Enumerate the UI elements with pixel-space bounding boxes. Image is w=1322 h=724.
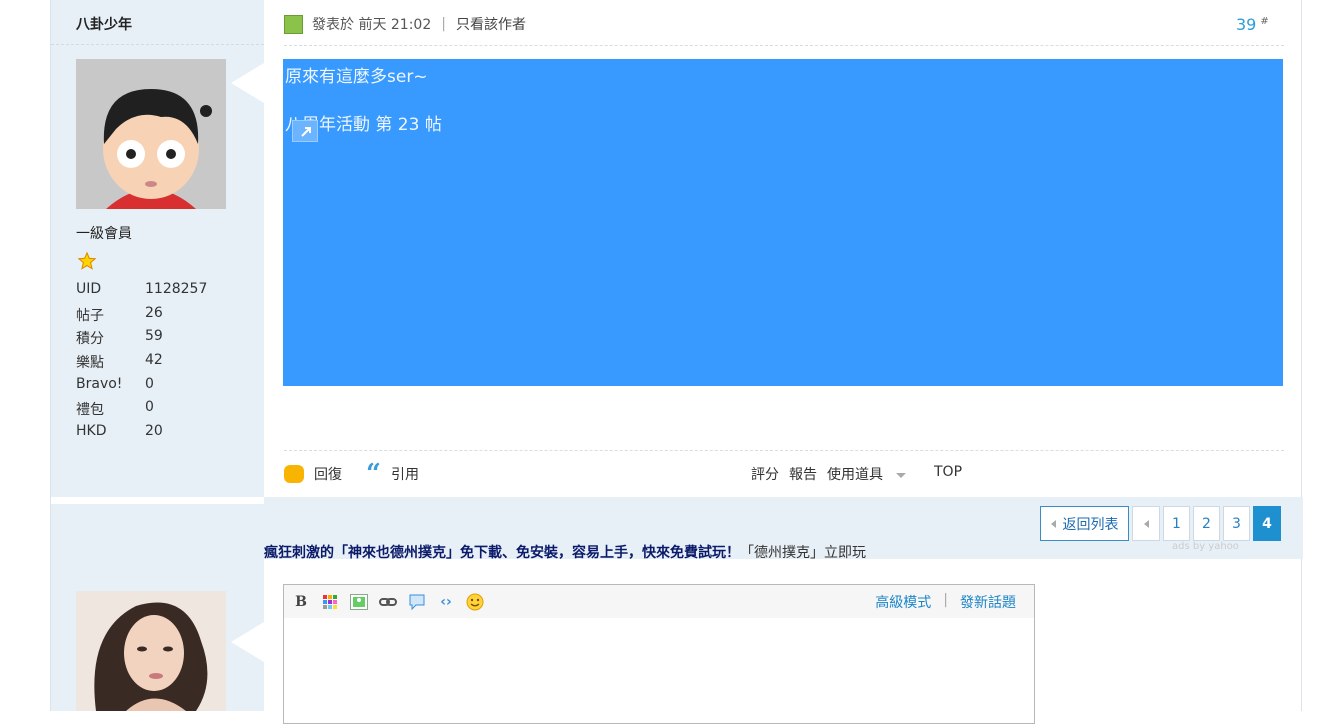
cartoon-avatar-icon: [76, 59, 226, 209]
floor-number[interactable]: 39 #: [1236, 15, 1269, 34]
post-actions: 回復 “ 引用: [284, 461, 419, 487]
pagination: 返回列表 1 2 3 4: [1040, 506, 1284, 541]
online-user-icon: [284, 14, 303, 34]
quick-reply-editor: B ‹› 高級模式 | 發新話題: [283, 584, 1035, 724]
post-container: 八卦少年 一級會員 UID 1128257 帖子 26 積分 59 樂點 42 …: [50, 0, 1303, 724]
post-tools: 評分 報告 使用道具 TOP: [751, 464, 972, 484]
stat-row: UID 1128257: [76, 281, 208, 297]
prev-page-button[interactable]: [1132, 506, 1160, 541]
avatar[interactable]: [76, 59, 226, 209]
advanced-mode-link[interactable]: 高級模式: [875, 592, 931, 612]
reply-author-sidebar: [51, 559, 264, 711]
new-topic-link[interactable]: 發新話題: [960, 592, 1016, 612]
stat-row: 積分 59: [76, 328, 163, 348]
smiley-icon[interactable]: [466, 593, 484, 611]
post-meta: 發表於 前天 21:02 | 只看該作者: [284, 14, 526, 34]
external-link-icon[interactable]: [292, 120, 318, 142]
page-3[interactable]: 3: [1223, 506, 1250, 541]
quote-button[interactable]: 引用: [391, 464, 419, 484]
content-line: 原來有這麼多ser~: [285, 67, 428, 87]
avatar-pointer: [231, 622, 264, 662]
code-icon[interactable]: ‹›: [437, 593, 455, 611]
post-divider: [284, 45, 1284, 46]
stat-row: 樂點 42: [76, 352, 163, 372]
tools-menu[interactable]: 使用道具: [827, 464, 916, 484]
meta-separator: |: [441, 16, 446, 32]
page-current: 4: [1253, 506, 1281, 541]
editor-toolbar: B ‹› 高級模式 | 發新話題: [284, 585, 1034, 618]
report-button[interactable]: 報告: [789, 464, 817, 484]
reply-button[interactable]: 回復: [314, 464, 342, 484]
sidebar-divider: [51, 44, 264, 45]
member-rank: 一級會員: [76, 226, 132, 242]
editor-separator: |: [943, 591, 948, 608]
rate-button[interactable]: 評分: [751, 464, 779, 484]
link-icon[interactable]: [379, 593, 397, 611]
page-2[interactable]: 2: [1193, 506, 1220, 541]
stat-row: 禮包 0: [76, 399, 154, 419]
posted-time: 前天 21:02: [358, 17, 432, 33]
quote-bubble-icon[interactable]: [408, 593, 426, 611]
ads-by-label: ads by yahoo: [1172, 541, 1239, 552]
post-divider: [284, 450, 1284, 451]
reply-icon[interactable]: [284, 465, 304, 483]
ad-tail[interactable]: 「德州撲克」立即玩: [740, 545, 866, 561]
color-grid-icon[interactable]: [321, 593, 339, 611]
only-author-link[interactable]: 只看該作者: [456, 14, 526, 34]
ad-headline[interactable]: 瘋狂刺激的「神來也德州撲克」免下載、免安裝，容易上手，快來免費試玩！: [264, 545, 740, 561]
photo-avatar-icon: [76, 591, 226, 711]
post-content: 原來有這麼多ser~ 八周年活動 第 23 帖: [283, 59, 1283, 386]
text-ad[interactable]: 瘋狂刺激的「神來也德州撲克」免下載、免安裝，容易上手，快來免費試玩！「德州撲克」…: [264, 542, 866, 562]
page-1[interactable]: 1: [1163, 506, 1190, 541]
author-sidebar: 八卦少年 一級會員 UID 1128257 帖子 26 積分 59 樂點 42 …: [51, 0, 264, 497]
stat-row: 帖子 26: [76, 304, 163, 324]
chevron-left-icon: [1143, 519, 1149, 528]
editor-links: 高級模式 | 發新話題: [875, 592, 1016, 612]
star-icon: [78, 252, 96, 270]
chevron-down-icon: [896, 472, 906, 478]
author-name[interactable]: 八卦少年: [76, 14, 132, 34]
avatar[interactable]: [76, 591, 226, 711]
quote-icon[interactable]: “: [366, 461, 381, 487]
stat-row: HKD 20: [76, 423, 163, 440]
chevron-left-icon: [1050, 519, 1056, 528]
author-stats: UID 1128257 帖子 26 積分 59 樂點 42 Bravo! 0 禮包 0 HK…: [76, 281, 207, 447]
stat-row: Bravo! 0: [76, 375, 154, 392]
bold-icon[interactable]: B: [292, 593, 310, 611]
image-icon[interactable]: [350, 593, 368, 611]
avatar-pointer: [231, 63, 264, 103]
posted-label: 發表於: [312, 17, 354, 33]
back-to-list-button[interactable]: 返回列表: [1040, 506, 1129, 541]
top-button[interactable]: TOP: [934, 464, 962, 484]
